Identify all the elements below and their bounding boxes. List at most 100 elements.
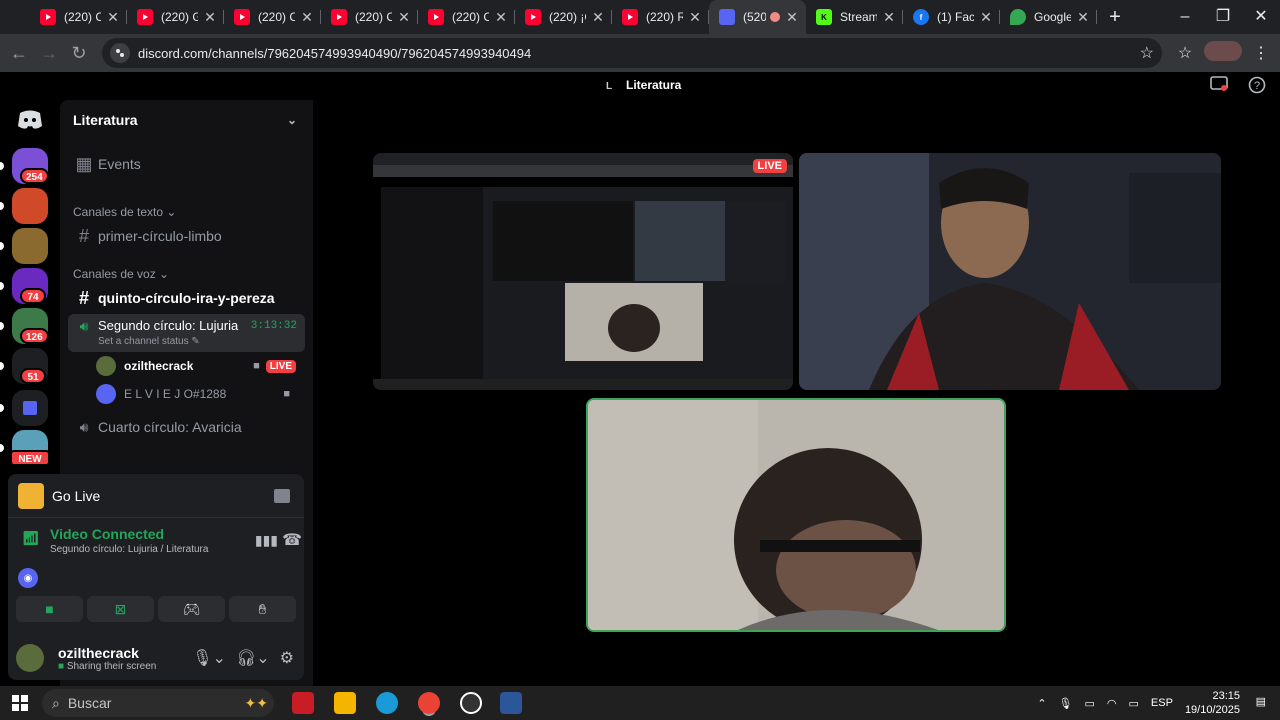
window-controls: – ❐ ✕ bbox=[1166, 0, 1280, 34]
menu-icon[interactable]: ⋮ bbox=[1242, 43, 1280, 63]
battery-icon[interactable]: ▭ bbox=[1129, 697, 1139, 710]
obs-icon[interactable] bbox=[460, 692, 482, 714]
server-header[interactable]: Literatura ⌄ bbox=[60, 100, 313, 140]
screen-share-button[interactable]: ⊠ bbox=[87, 596, 154, 622]
profile-avatar[interactable] bbox=[1204, 40, 1242, 66]
language-indicator[interactable]: ESP bbox=[1151, 697, 1173, 709]
browser-tab[interactable]: Google ✕ bbox=[1000, 0, 1097, 34]
channel-primer-circulo[interactable]: # primer-círculo-limbo bbox=[68, 222, 305, 250]
page-title: L Literatura bbox=[606, 78, 681, 95]
stop-stream-icon[interactable] bbox=[274, 488, 290, 503]
close-tab-icon[interactable]: ✕ bbox=[881, 9, 897, 26]
close-tab-icon[interactable]: ✕ bbox=[590, 9, 606, 26]
minimize-button[interactable]: – bbox=[1166, 0, 1204, 34]
bookmarks-icon[interactable]: ☆ bbox=[1166, 43, 1204, 63]
forward-button[interactable]: → bbox=[34, 43, 64, 64]
headphones-icon[interactable]: 🎧︎⌄ bbox=[236, 648, 270, 668]
reload-button[interactable]: ↻ bbox=[64, 43, 94, 64]
browser-tab[interactable]: (220) GR ✕ bbox=[127, 0, 224, 34]
noise-suppression-icon[interactable]: ▮▮▮ bbox=[255, 532, 278, 549]
close-tab-icon[interactable]: ✕ bbox=[202, 9, 218, 26]
chevron-up-icon[interactable]: ⌃ bbox=[1037, 697, 1046, 710]
discord-home-icon[interactable] bbox=[12, 104, 48, 136]
close-tab-icon[interactable]: ✕ bbox=[299, 9, 315, 26]
tab-title: Google bbox=[1034, 10, 1071, 24]
clock[interactable]: 23:15 19/10/2025 bbox=[1185, 689, 1240, 717]
voice-connection: 📶︎ Video Connected Segundo círculo: Luju… bbox=[18, 526, 302, 588]
close-tab-icon[interactable]: ✕ bbox=[687, 9, 703, 26]
signal-icon[interactable]: 📶︎ bbox=[22, 530, 40, 547]
voice-user[interactable]: ozilthecrack ■ LIVE bbox=[96, 354, 296, 378]
server-2-icon[interactable] bbox=[12, 188, 48, 224]
browser-tab[interactable]: (220) CO ✕ bbox=[321, 0, 418, 34]
youtube-icon bbox=[331, 9, 347, 25]
browser-tab[interactable]: (520 ✕ bbox=[709, 0, 806, 34]
inbox-icon[interactable] bbox=[1208, 76, 1230, 96]
activities-button[interactable]: 🎮︎ bbox=[158, 596, 225, 622]
go-live-banner[interactable]: Go Live bbox=[8, 474, 304, 518]
wifi-icon[interactable]: ◠ bbox=[1107, 697, 1117, 710]
close-tab-icon[interactable]: ✕ bbox=[105, 9, 121, 26]
activity-icon[interactable]: ◉ bbox=[18, 568, 38, 588]
chrome-icon[interactable] bbox=[418, 692, 440, 714]
soundboard-button[interactable]: ✋︎ bbox=[229, 596, 296, 622]
taskbar-search[interactable]: ⌕ Buscar ✦✦ bbox=[42, 689, 274, 717]
bookmark-star-icon[interactable]: ☆ bbox=[1140, 43, 1154, 63]
webcam-tile-self[interactable] bbox=[586, 398, 1006, 632]
browser-tab[interactable]: (220) CO ✕ bbox=[224, 0, 321, 34]
youtube-icon bbox=[622, 9, 638, 25]
voice-controls: ■ ⊠ 🎮︎ ✋︎ bbox=[16, 596, 296, 622]
category-voice-channels[interactable]: Canales de voz ⌄ bbox=[73, 267, 169, 281]
copilot-sparkle-icon: ✦✦ bbox=[244, 694, 268, 711]
category-text-channels[interactable]: Canales de texto ⌄ bbox=[73, 205, 176, 219]
browser-tab[interactable]: (220) ¡C ✕ bbox=[515, 0, 612, 34]
disconnect-icon[interactable]: ☎︎ bbox=[282, 530, 302, 550]
close-window-button[interactable]: ✕ bbox=[1242, 0, 1280, 34]
screen-share-tile[interactable]: LIVE bbox=[373, 153, 793, 390]
file-explorer-icon[interactable] bbox=[334, 692, 356, 714]
omnibox[interactable]: discord.com/channels/796204574993940490/… bbox=[102, 38, 1162, 68]
windows-start-icon[interactable] bbox=[12, 695, 28, 716]
browser-tab[interactable]: (220) CO ✕ bbox=[418, 0, 515, 34]
close-tab-icon[interactable]: ✕ bbox=[784, 9, 800, 26]
account-status: ■ Sharing their screen bbox=[58, 660, 157, 672]
tab-title: (220) GR bbox=[161, 10, 198, 24]
tab-strip: (220) CO✕(220) GR✕(220) CO✕(220) CO✕(220… bbox=[0, 0, 1097, 34]
help-icon[interactable]: ? bbox=[1246, 76, 1268, 96]
browser-tab[interactable]: (220) CO ✕ bbox=[30, 0, 127, 34]
voice-channel-cuarto[interactable]: 🔊︎ Cuarto círculo: Avaricia bbox=[68, 413, 305, 441]
close-tab-icon[interactable]: ✕ bbox=[493, 9, 509, 26]
webcam-tile-user2[interactable] bbox=[799, 153, 1221, 390]
edge-icon[interactable] bbox=[376, 692, 398, 714]
voice-user[interactable]: E L V I E J O#1288 ■ bbox=[96, 382, 296, 406]
avatar bbox=[96, 384, 116, 404]
server-3-icon[interactable] bbox=[12, 228, 48, 264]
close-tab-icon[interactable]: ✕ bbox=[978, 9, 994, 26]
new-tab-button[interactable]: + bbox=[1101, 6, 1129, 29]
settings-gear-icon[interactable]: ⚙ bbox=[280, 648, 294, 668]
browser-tab[interactable]: K Stream ✕ bbox=[806, 0, 903, 34]
microphone-icon[interactable]: 🎙︎⌄ bbox=[192, 648, 226, 668]
speaker-icon: 🔊︎ bbox=[79, 418, 89, 435]
notifications-icon[interactable]: ▤ bbox=[1256, 695, 1266, 708]
browser-tab[interactable]: (220) Re ✕ bbox=[612, 0, 709, 34]
site-info-icon[interactable] bbox=[110, 43, 130, 63]
back-button[interactable]: ← bbox=[4, 43, 34, 64]
server-folder-icon[interactable] bbox=[12, 390, 48, 426]
events-item[interactable]: ▦ Events bbox=[68, 150, 305, 178]
browser-tab[interactable]: f (1) Facel ✕ bbox=[903, 0, 1000, 34]
display-tray-icon[interactable]: ▭ bbox=[1085, 697, 1095, 710]
maximize-button[interactable]: ❐ bbox=[1204, 0, 1242, 34]
close-tab-icon[interactable]: ✕ bbox=[1075, 9, 1091, 26]
word-icon[interactable] bbox=[500, 692, 522, 714]
voice-channel-segundo[interactable]: 🔊︎ Segundo círculo: Lujuria Set a channe… bbox=[68, 314, 305, 352]
channel-status-link[interactable]: Set a channel status ✎ bbox=[98, 336, 251, 347]
toolbar-right: ☆ ⋮ bbox=[1166, 34, 1280, 72]
taskbar-app-red[interactable] bbox=[292, 692, 314, 714]
avatar[interactable] bbox=[16, 644, 44, 672]
svg-text:?: ? bbox=[1254, 80, 1260, 92]
channel-quinto-circulo[interactable]: # quinto-círculo-ira-y-pereza bbox=[68, 284, 305, 312]
close-tab-icon[interactable]: ✕ bbox=[396, 9, 412, 26]
mic-tray-icon[interactable]: 🎙︎ bbox=[1059, 697, 1073, 710]
camera-button[interactable]: ■ bbox=[16, 596, 83, 622]
